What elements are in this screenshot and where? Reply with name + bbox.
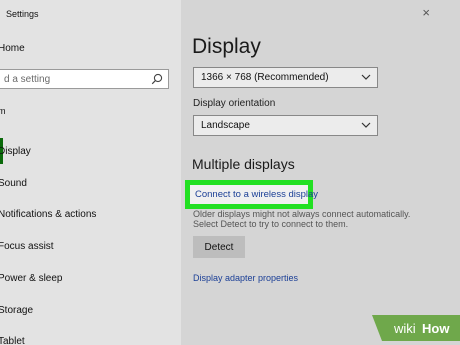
search-placeholder: d a setting (4, 74, 51, 85)
multiple-displays-heading: Multiple displays (192, 156, 295, 172)
chevron-down-icon (361, 74, 371, 80)
search-icon[interactable] (151, 73, 163, 85)
orientation-dropdown[interactable]: Landscape (193, 115, 378, 136)
close-icon[interactable]: × (422, 5, 430, 20)
display-adapter-properties-link[interactable]: Display adapter properties (193, 273, 298, 283)
resolution-value: 1366 × 768 (Recommended) (201, 72, 329, 83)
sidebar-item-display[interactable]: Display (0, 146, 31, 157)
orientation-label: Display orientation (193, 98, 276, 109)
wikihow-watermark: wiki How (372, 315, 460, 341)
highlight-box: Connect to a wireless display (185, 180, 318, 209)
description-line-1: Older displays might not always connect … (193, 209, 411, 219)
sidebar-section-label: m (0, 106, 6, 116)
search-input[interactable]: d a setting (0, 69, 169, 89)
detect-button[interactable]: Detect (193, 236, 245, 258)
chevron-down-icon (361, 122, 371, 128)
main-panel: × Display 1366 × 768 (Recommended) Displ… (181, 0, 460, 345)
connect-wireless-display-link[interactable]: Connect to a wireless display (195, 189, 318, 200)
sidebar-item-sound[interactable]: Sound (0, 178, 27, 189)
sidebar: Settings Home d a setting m Display Soun… (0, 0, 181, 345)
description-line-2: Select Detect to try to connect to them. (193, 219, 349, 229)
sidebar-item-focus-assist[interactable]: Focus assist (0, 241, 54, 252)
sidebar-item-notifications[interactable]: Notifications & actions (0, 209, 96, 220)
sidebar-item-power-sleep[interactable]: Power & sleep (0, 273, 62, 284)
watermark-text-2: How (422, 321, 450, 336)
sidebar-item-storage[interactable]: Storage (0, 305, 33, 316)
orientation-value: Landscape (201, 120, 250, 131)
window-title: Settings (6, 9, 39, 19)
resolution-dropdown[interactable]: 1366 × 768 (Recommended) (193, 67, 378, 88)
sidebar-item-home[interactable]: Home (0, 43, 25, 54)
watermark-text-1: wiki (393, 321, 416, 336)
page-title: Display (192, 35, 261, 58)
sidebar-item-tablet[interactable]: Tablet (0, 336, 25, 345)
